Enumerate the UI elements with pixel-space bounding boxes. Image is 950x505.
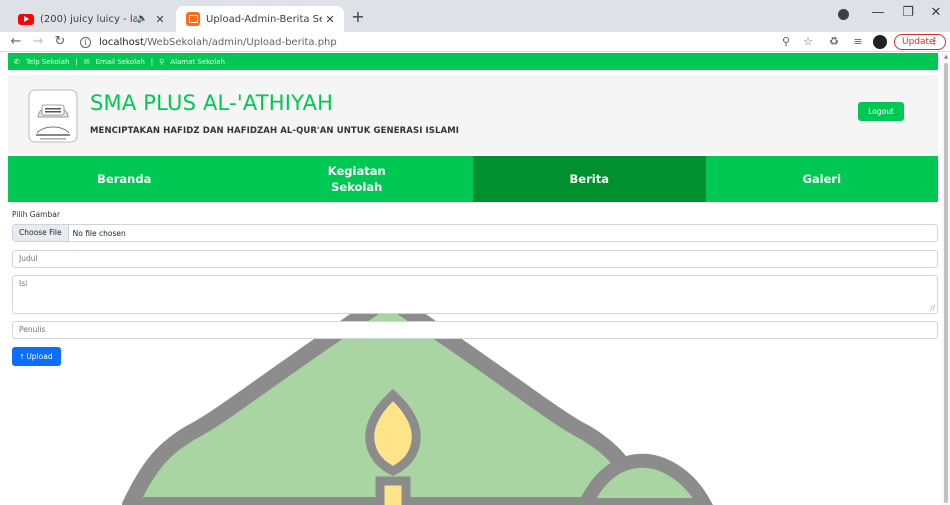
speaker-icon[interactable]: 🔈 bbox=[137, 14, 148, 24]
nav-item-berita[interactable]: Berita bbox=[473, 156, 706, 202]
url-host: localhost bbox=[99, 36, 144, 48]
image-file-input[interactable]: Choose File No file chosen bbox=[12, 224, 938, 242]
school-name: SMA PLUS AL-'ATHIYAH bbox=[90, 91, 334, 115]
upload-button[interactable]: ⭡ Upload bbox=[12, 347, 61, 366]
image-label: Pilih Gambar bbox=[12, 210, 60, 219]
bookmark-star-icon[interactable]: ☆ bbox=[800, 34, 816, 50]
school-tagline: MENCIPTAKAN HAFIDZ DAN HAFIDZAH AL-QUR'A… bbox=[90, 126, 460, 136]
back-icon[interactable]: ← bbox=[8, 33, 24, 51]
tab-title: Upload-Admin-Berita Sekolah bbox=[206, 13, 322, 25]
reload-icon[interactable]: ↻ bbox=[52, 33, 68, 51]
logout-button[interactable]: Logout bbox=[858, 102, 904, 121]
email-icon: ✉ bbox=[83, 57, 90, 66]
extensions-icon[interactable]: ♻ bbox=[826, 34, 842, 50]
address-bar[interactable]: i localhost /WebSekolah/admin/Upload-ber… bbox=[80, 33, 770, 51]
phone-link[interactable]: Telp Sekolah bbox=[26, 58, 70, 66]
email-link[interactable]: Email Sekolah bbox=[96, 58, 145, 66]
site-header: SMA PLUS AL-'ATHIYAH MENCIPTAKAN HAFIDZ … bbox=[8, 75, 938, 154]
location-icon: ⚲ bbox=[159, 57, 165, 66]
web-icon bbox=[186, 12, 200, 26]
nav-item-kegiatan-sekolah[interactable]: Kegiatan Sekolah bbox=[241, 156, 474, 202]
upload-news-form: Pilih Gambar Choose File No file chosen … bbox=[12, 210, 938, 366]
author-input[interactable]: Penulis bbox=[12, 321, 938, 339]
content-placeholder: Isi bbox=[19, 279, 28, 288]
forward-icon[interactable]: → bbox=[30, 33, 46, 51]
close-tab-icon[interactable]: ✕ bbox=[322, 13, 338, 26]
reading-list-icon[interactable]: ≡ bbox=[850, 34, 866, 50]
close-tab-icon[interactable]: ✕ bbox=[152, 13, 168, 26]
address-link[interactable]: Alamat Sekolah bbox=[170, 58, 225, 66]
scrollbar-thumb[interactable] bbox=[944, 63, 948, 503]
page-viewport: ✆ Telp Sekolah | ✉ Email Sekolah | ⚲ Ala… bbox=[0, 53, 950, 505]
phone-icon: ✆ bbox=[14, 57, 20, 66]
browser-toolbar: ← → ↻ i localhost /WebSekolah/admin/Uplo… bbox=[0, 32, 950, 52]
browser-tab-strip: (200) juicy luicy - lantas (spo 🔈 ✕ Uplo… bbox=[0, 0, 950, 32]
school-logo bbox=[28, 89, 78, 143]
media-indicator-icon[interactable] bbox=[838, 9, 849, 20]
url-path: /WebSekolah/admin/Upload-berita.php bbox=[143, 36, 337, 48]
new-tab-button[interactable]: + bbox=[348, 7, 368, 26]
nav-item-beranda[interactable]: Beranda bbox=[8, 156, 241, 202]
profile-avatar[interactable] bbox=[873, 35, 887, 49]
update-button[interactable]: Update ⋮ bbox=[894, 34, 946, 50]
zoom-icon[interactable]: ⚲ bbox=[778, 34, 794, 50]
main-nav: Beranda Kegiatan Sekolah Berita Galeri bbox=[8, 156, 938, 202]
file-status: No file chosen bbox=[72, 228, 126, 238]
title-input[interactable]: Judul bbox=[12, 250, 938, 268]
site-info-icon[interactable]: i bbox=[80, 36, 91, 48]
choose-file-button[interactable]: Choose File bbox=[13, 225, 69, 241]
upload-icon: ⭡ bbox=[20, 352, 24, 361]
content-textarea[interactable]: Isi ∕∕ bbox=[12, 275, 938, 314]
tab-title: (200) juicy luicy - lantas (spo bbox=[40, 13, 137, 25]
nav-item-label: Kegiatan Sekolah bbox=[327, 164, 386, 194]
resize-handle-icon[interactable]: ∕∕ bbox=[930, 304, 935, 312]
nav-item-galeri[interactable]: Galeri bbox=[706, 156, 939, 202]
menu-dots-icon: ⋮ bbox=[930, 37, 939, 47]
close-window-icon[interactable]: ✕ bbox=[926, 3, 946, 23]
minimize-icon[interactable]: — bbox=[868, 3, 888, 23]
upload-label: Upload bbox=[26, 352, 53, 361]
youtube-icon bbox=[18, 13, 34, 25]
dome-right bbox=[577, 453, 713, 505]
contact-topbar: ✆ Telp Sekolah | ✉ Email Sekolah | ⚲ Ala… bbox=[8, 53, 938, 70]
divider: | bbox=[150, 57, 154, 66]
restore-icon[interactable]: ❐ bbox=[898, 3, 918, 23]
divider: | bbox=[75, 57, 78, 66]
browser-tab-upload[interactable]: Upload-Admin-Berita Sekolah ✕ bbox=[176, 6, 344, 32]
minaret-flame bbox=[365, 388, 421, 505]
scroll-up-icon[interactable]: ▲ bbox=[943, 54, 949, 60]
browser-tab-youtube[interactable]: (200) juicy luicy - lantas (spo 🔈 ✕ bbox=[8, 6, 174, 32]
